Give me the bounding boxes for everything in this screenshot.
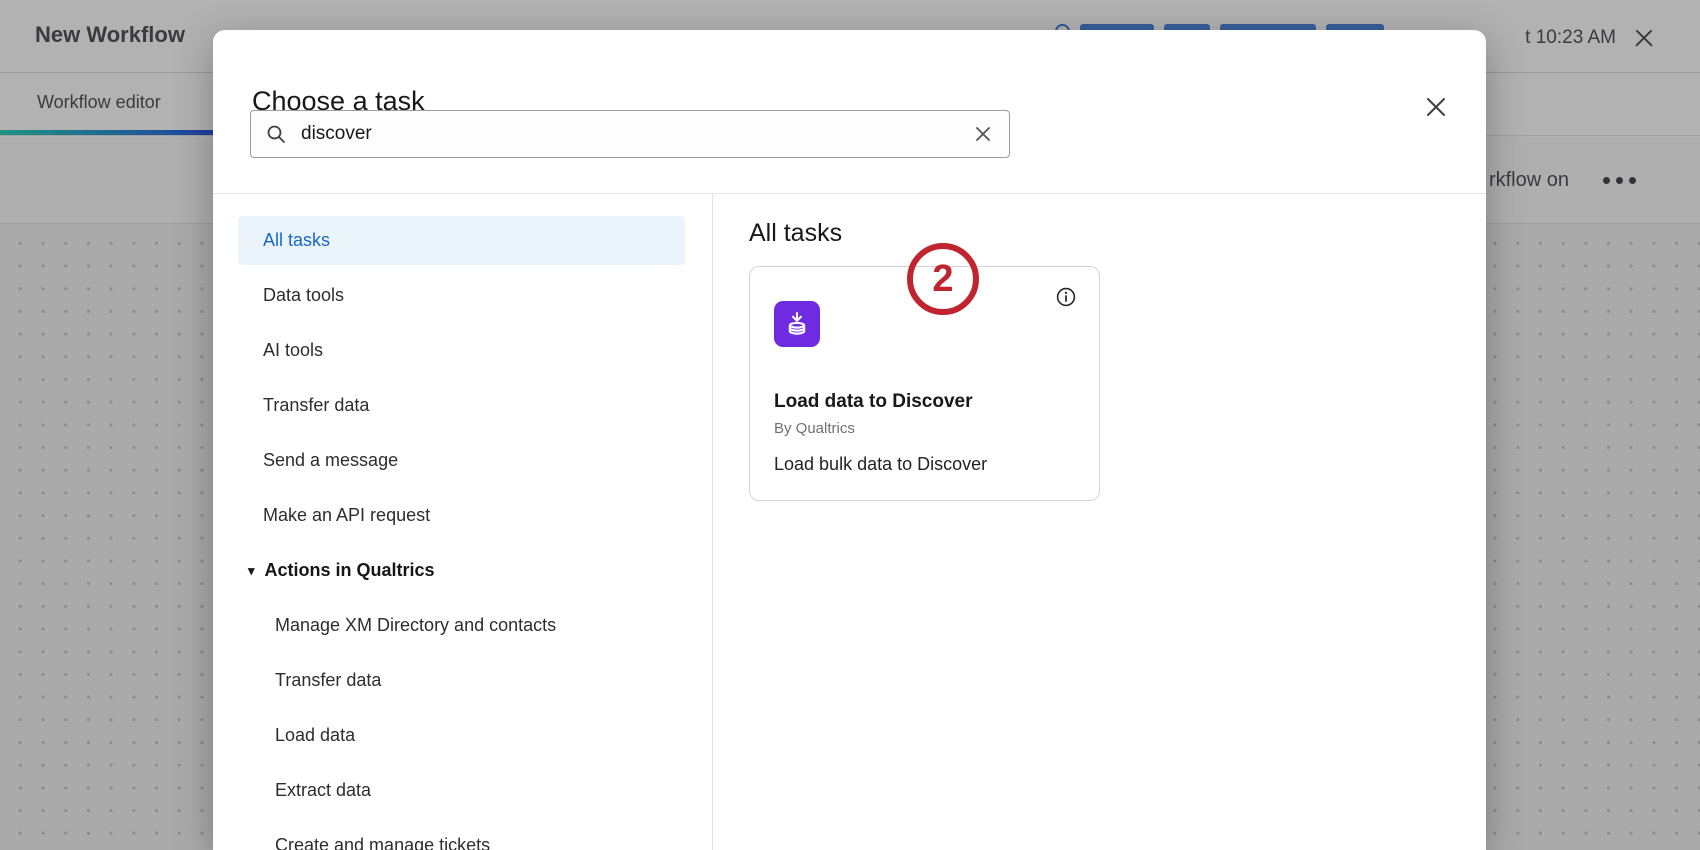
task-results-panel: All tasks — [713, 194, 1486, 850]
sidebar-item-ai-tools[interactable]: AI tools — [238, 326, 685, 375]
sidebar-item-transfer-data-sub[interactable]: Transfer data — [238, 656, 685, 705]
sidebar-item-make-an-api-request[interactable]: Make an API request — [238, 491, 685, 540]
sidebar-item-all-tasks[interactable]: All tasks — [238, 216, 685, 265]
sidebar-group-actions-in-qualtrics[interactable]: ▾ Actions in Qualtrics — [238, 546, 685, 595]
sidebar-item-manage-xm-directory[interactable]: Manage XM Directory and contacts — [238, 601, 685, 650]
tutorial-step-badge: 2 — [907, 243, 979, 315]
sidebar-item-load-data[interactable]: Load data — [238, 711, 685, 760]
task-search-box — [250, 110, 1010, 158]
sidebar-item-create-and-manage-tickets[interactable]: Create and manage tickets — [238, 821, 685, 850]
info-icon[interactable] — [1053, 285, 1079, 311]
clear-search-icon[interactable] — [971, 122, 995, 146]
sidebar-item-data-tools[interactable]: Data tools — [238, 271, 685, 320]
task-card-title: Load data to Discover — [774, 391, 1075, 413]
task-card-byline: By Qualtrics — [774, 420, 1075, 437]
chevron-down-icon: ▾ — [248, 563, 255, 579]
choose-task-modal: Choose a task All tasks Data tools AI to… — [213, 30, 1486, 850]
screen: New Workflow t 10:23 AM Workflow editor … — [0, 0, 1700, 850]
sidebar-item-extract-data[interactable]: Extract data — [238, 766, 685, 815]
close-icon[interactable] — [1416, 88, 1456, 128]
sidebar-item-send-a-message[interactable]: Send a message — [238, 436, 685, 485]
results-heading: All tasks — [749, 219, 1486, 248]
sidebar-item-transfer-data[interactable]: Transfer data — [238, 381, 685, 430]
task-card-description: Load bulk data to Discover — [774, 454, 1075, 475]
step-number: 2 — [932, 258, 953, 301]
load-data-to-discover-icon — [774, 301, 820, 347]
search-input[interactable] — [301, 123, 971, 145]
search-icon — [265, 123, 287, 145]
task-category-sidebar: All tasks Data tools AI tools Transfer d… — [213, 194, 713, 850]
